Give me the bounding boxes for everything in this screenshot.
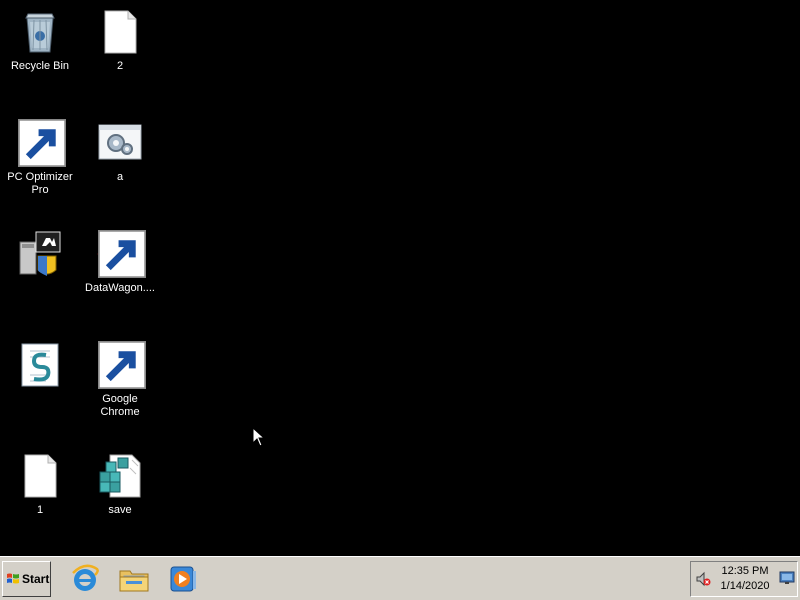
clock-date: 1/14/2020 bbox=[720, 580, 770, 592]
save-label: save bbox=[108, 504, 132, 516]
clock[interactable]: 12:35 PM 1/14/2020 bbox=[715, 564, 775, 594]
settings-file-icon bbox=[96, 119, 144, 167]
desktop-icon-datawagon[interactable]: DataWagon.... bbox=[82, 230, 158, 295]
recycle-bin-icon bbox=[16, 8, 64, 56]
clock-time: 12:35 PM bbox=[721, 565, 769, 577]
taskbar: Start 12:35 PM 1/14/2020 bbox=[0, 556, 800, 600]
media-player-icon[interactable] bbox=[167, 563, 199, 595]
desktop: Recycle Bin 2 PC Optimizer Pro a DataWag… bbox=[0, 0, 800, 556]
volume-muted-icon[interactable] bbox=[695, 571, 711, 587]
script-icon bbox=[16, 341, 64, 389]
pc-optimizer-icon bbox=[16, 119, 66, 167]
desktop-icon-pc-optimizer-pro[interactable]: PC Optimizer Pro bbox=[2, 119, 78, 197]
desktop-icon-script[interactable] bbox=[2, 341, 78, 393]
desktop-icon-google-chrome[interactable]: Google Chrome bbox=[82, 341, 158, 419]
pc-optimizer-label: PC Optimizer Pro bbox=[7, 171, 73, 196]
desktop-icon-save[interactable]: save bbox=[82, 452, 158, 517]
file-1-label: 1 bbox=[36, 504, 44, 516]
mouse-cursor-icon bbox=[252, 427, 264, 447]
desktop-icon-file-2[interactable]: 2 bbox=[82, 8, 158, 73]
a-label: a bbox=[116, 171, 124, 183]
start-label: Start bbox=[22, 572, 50, 586]
file-2-label: 2 bbox=[116, 60, 124, 72]
recycle-bin-label: Recycle Bin bbox=[10, 60, 70, 72]
registry-file-icon bbox=[96, 452, 144, 500]
start-button[interactable]: Start bbox=[2, 561, 51, 597]
desktop-icon-file-1[interactable]: 1 bbox=[2, 452, 78, 517]
internet-explorer-icon[interactable] bbox=[69, 563, 101, 595]
installer-icon bbox=[16, 230, 64, 278]
desktop-icon-recycle-bin[interactable]: Recycle Bin bbox=[2, 8, 78, 73]
datawagon-label: DataWagon.... bbox=[85, 282, 155, 294]
blank-file-icon bbox=[96, 8, 144, 56]
show-desktop-icon[interactable] bbox=[779, 571, 795, 585]
blank-file-icon bbox=[16, 452, 64, 500]
chrome-icon bbox=[96, 341, 146, 389]
desktop-icon-a[interactable]: a bbox=[82, 119, 158, 184]
file-explorer-icon[interactable] bbox=[118, 563, 150, 595]
datawagon-icon bbox=[96, 230, 146, 278]
google-chrome-label: Google Chrome bbox=[100, 393, 140, 418]
windows-flag-icon bbox=[7, 573, 19, 584]
system-tray: 12:35 PM 1/14/2020 bbox=[690, 561, 798, 597]
desktop-icon-installer[interactable] bbox=[2, 230, 78, 282]
